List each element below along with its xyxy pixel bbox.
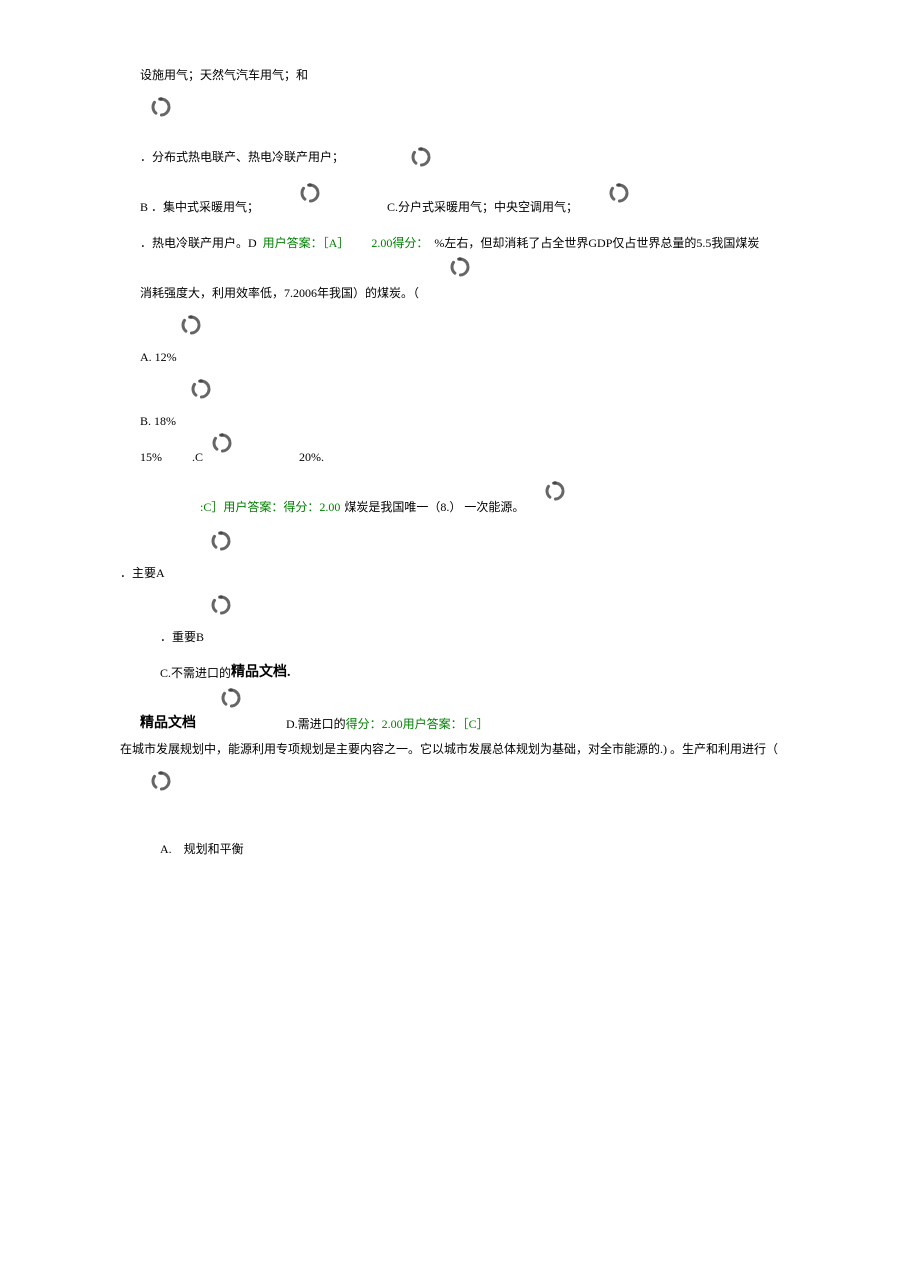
q7-opt-b: B. 18% bbox=[120, 412, 800, 430]
q6-d-answer-row: ．热电冷联产用户。D 用户答案：［A］ 2.00得分： %左右，但却消耗了占全世… bbox=[120, 234, 800, 252]
q6-opt-a-text: ．分布式热电联产、热电冷联产用户； bbox=[140, 148, 344, 166]
q8-d-row: 精品文档 D.需进口的 得分：2.00用户答案：［C］ bbox=[120, 713, 800, 734]
spinner-icon bbox=[150, 770, 172, 792]
q8-opt-c-prefix: C.不需进口的 bbox=[160, 664, 231, 682]
q8-opt-d-prefix: D.需进口的 bbox=[286, 715, 346, 733]
spinner-icon bbox=[180, 314, 202, 336]
spinner-icon bbox=[190, 378, 212, 400]
q8-opt-c-row: C.不需进口的 精品文档. bbox=[120, 662, 800, 683]
q7-opt-c-right: 20%. bbox=[299, 448, 324, 466]
q6-opt-bc-row: B ．集中式采暖用气； C.分户式采暖用气；中央空调用气； bbox=[120, 196, 800, 218]
q6-opt-a-row: ．分布式热电联产、热电冷联产用户； bbox=[120, 146, 800, 168]
q8-opt-a: ．主要A bbox=[120, 564, 800, 582]
q7-answer: :C］用户答案：得分：2.00 bbox=[200, 498, 340, 516]
q8-stem: 煤炭是我国唯一（8.） 一次能源。 bbox=[344, 498, 524, 516]
q6-opt-d-text: ．热电冷联产用户。D bbox=[140, 234, 257, 252]
q8-answer: 得分：2.00用户答案：［C］ bbox=[346, 715, 489, 733]
boutique-doc-2: 精品文档 bbox=[140, 713, 196, 734]
q7-opt-c-left: 15% bbox=[140, 448, 162, 466]
spinner-icon bbox=[210, 530, 232, 552]
q7-opt-c-mid: .C bbox=[192, 448, 203, 466]
spinner-icon bbox=[410, 146, 432, 168]
spinner-icon bbox=[220, 687, 242, 709]
q7-ans-q8-stem-row: :C］用户答案：得分：2.00 煤炭是我国唯一（8.） 一次能源。 bbox=[120, 496, 800, 518]
spinner-icon bbox=[211, 432, 233, 454]
q7-spinner-row bbox=[120, 256, 800, 278]
q7-opt-c-row: 15% .C 20%. bbox=[120, 446, 800, 468]
q6-answer: 用户答案：［A］ bbox=[263, 234, 350, 252]
boutique-doc-1: 精品文档. bbox=[231, 662, 291, 683]
q7-opt-a: A. 12% bbox=[120, 348, 800, 366]
q8-opt-b: ．重要B bbox=[120, 628, 800, 646]
q6-score: 2.00得分： bbox=[371, 234, 428, 252]
q9-stem: 在城市发展规划中，能源利用专项规划是主要内容之一。它以城市发展总体规划为基础，对… bbox=[120, 740, 800, 758]
spinner-icon bbox=[608, 182, 630, 204]
spinner-icon bbox=[544, 480, 566, 502]
q6-opt-b-text: B ．集中式采暖用气； bbox=[140, 198, 259, 216]
spinner-icon bbox=[150, 96, 172, 118]
q6-opt-c-text: C.分户式采暖用气；中央空调用气； bbox=[387, 198, 578, 216]
q9-opt-a: A. 规划和平衡 bbox=[120, 840, 800, 858]
spinner-icon bbox=[210, 594, 232, 616]
text-fragment-top: 设施用气；天然气汽车用气；和 bbox=[120, 66, 800, 84]
spinner-icon bbox=[449, 256, 471, 278]
q7-stem-part2: 消耗强度大，利用效率低，7.2006年我国）的煤炭。（ bbox=[120, 284, 800, 302]
q7-stem-part1: %左右，但却消耗了占全世界GDP仅占世界总量的5.5我国煤炭 bbox=[434, 234, 759, 252]
spinner-icon bbox=[299, 182, 321, 204]
